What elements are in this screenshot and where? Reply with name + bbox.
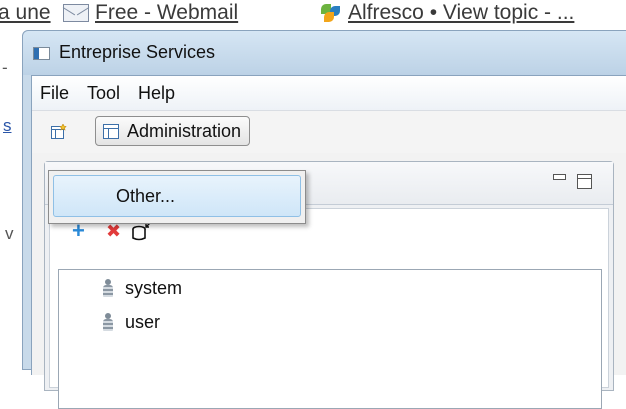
dropdown-item-other[interactable]: Other... (53, 175, 301, 217)
app-icon (33, 47, 50, 60)
import-icon[interactable] (131, 221, 153, 243)
window-titlebar[interactable]: Entreprise Services (23, 31, 626, 75)
browser-tab-label: a une (0, 1, 51, 24)
minimize-icon[interactable] (553, 174, 566, 180)
background-page: - s v (0, 36, 22, 357)
browser-tab-label: Alfresco • View topic - ... (348, 1, 575, 24)
perspective-toolbar: Administration (32, 111, 626, 153)
browser-tab-label: Free - Webmail (95, 1, 239, 24)
maximize-icon[interactable] (577, 174, 592, 189)
user-icon (103, 279, 113, 298)
user-tree: system user (58, 269, 602, 409)
perspective-dropdown: Other... (48, 170, 306, 224)
tree-item-label: user (125, 312, 161, 332)
menu-bar: File Tool Help (32, 76, 626, 111)
tree-item-label: system (125, 278, 183, 298)
mail-icon (63, 4, 89, 22)
menu-help[interactable]: Help (129, 78, 184, 108)
tree-item-user[interactable]: user (103, 312, 160, 333)
page-link-s[interactable]: s (3, 116, 12, 136)
user-icon (103, 313, 113, 332)
menu-file[interactable]: File (32, 78, 78, 108)
remove-icon[interactable]: ✖ (106, 221, 121, 241)
window-client-area: File Tool Help Administration + ✖ system… (31, 75, 626, 409)
alfresco-icon (320, 3, 342, 23)
page-text-dash: - (2, 58, 8, 77)
menu-tool[interactable]: Tool (78, 78, 129, 108)
browser-tab-webmail[interactable]: Free - Webmail (63, 1, 238, 25)
window-title: Entreprise Services (59, 42, 216, 62)
administration-perspective-button[interactable]: Administration (95, 116, 251, 146)
perspective-label: Administration (127, 120, 242, 141)
page-text-v: v (5, 224, 14, 243)
open-perspective-icon[interactable] (51, 124, 67, 139)
perspective-grid-icon (103, 123, 119, 139)
browser-tab-alfresco[interactable]: Alfresco • View topic - ... (320, 1, 574, 25)
browser-tab-a-une[interactable]: a une (0, 1, 51, 25)
view-content: + ✖ system user (49, 208, 609, 409)
tree-item-system[interactable]: system (103, 278, 182, 299)
